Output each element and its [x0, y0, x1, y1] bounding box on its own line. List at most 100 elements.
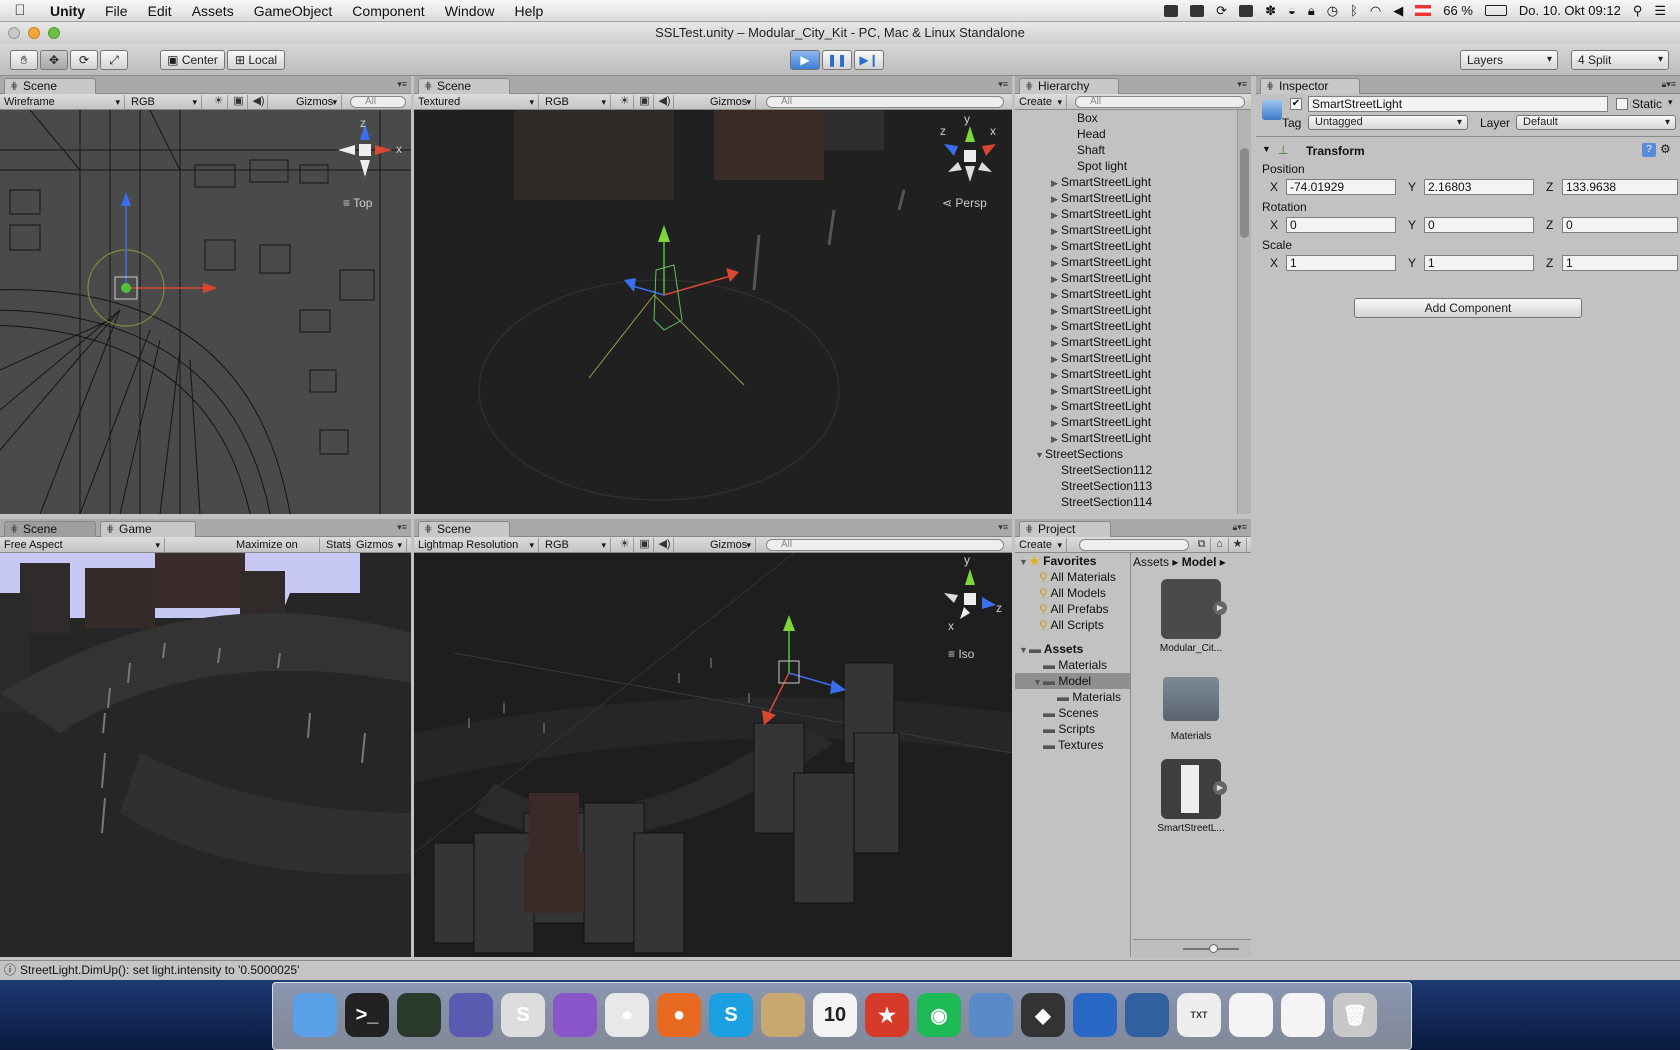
foldout-arrow[interactable]: ▶	[1051, 207, 1061, 223]
menu-component[interactable]: Component	[342, 3, 434, 19]
asset-folder-row[interactable]: ▬ Scenes	[1015, 705, 1130, 721]
hierarchy-create-dropdown[interactable]: Create	[1015, 95, 1067, 109]
scale-y-field[interactable]: 1	[1424, 255, 1534, 271]
virtualbox-icon[interactable]	[1125, 993, 1169, 1037]
tab-hierarchy[interactable]: Hierarchy	[1019, 78, 1119, 94]
bluetooth-icon[interactable]: ᛒ	[1350, 3, 1358, 18]
scale-x-field[interactable]: 1	[1286, 255, 1396, 271]
hierarchy-row[interactable]: ▼StreetSections	[1015, 446, 1237, 462]
panel-menu-icon[interactable]: 🔒︎▾≡	[1661, 79, 1676, 90]
draw-mode-dropdown[interactable]: Wireframe	[0, 95, 125, 109]
zoom-window-icon[interactable]	[48, 27, 60, 39]
tab-scene[interactable]: Scene	[4, 521, 96, 537]
gizmos-dropdown[interactable]: Gizmos	[292, 95, 342, 109]
remote-desktop-icon[interactable]	[1073, 993, 1117, 1037]
position-z-field[interactable]: 133.9638	[1562, 179, 1678, 195]
hierarchy-row[interactable]: ▶ SmartStreetLight	[1015, 414, 1237, 430]
scene-audio-icon[interactable]: ◀)	[656, 538, 674, 552]
hierarchy-row[interactable]: ▶ SmartStreetLight	[1015, 190, 1237, 206]
scene-audio-icon[interactable]: ◀)	[656, 95, 674, 109]
scene-fx-icon[interactable]: ▣	[636, 538, 654, 552]
foldout-arrow[interactable]: ▶	[1051, 351, 1061, 367]
perspective-viewport[interactable]: y x z ⋖ Persp	[414, 110, 1012, 514]
foldout-arrow[interactable]: ▶	[1051, 239, 1061, 255]
trash-icon[interactable]: 🗑︎	[1333, 993, 1377, 1037]
foldout-arrow[interactable]: ▼	[1035, 447, 1045, 463]
spotify-icon[interactable]: ◉	[917, 993, 961, 1037]
wunderlist-icon[interactable]: ★	[865, 993, 909, 1037]
hierarchy-row[interactable]: ▶ SmartStreetLight	[1015, 350, 1237, 366]
gizmos-dropdown[interactable]: Gizmos	[706, 538, 756, 552]
foldout-arrow[interactable]: ▶	[1051, 287, 1061, 303]
foldout-arrow[interactable]: ▶	[1051, 399, 1061, 415]
volume-icon[interactable]: ◀	[1393, 3, 1403, 19]
hierarchy-row[interactable]: ▶ SmartStreetLight	[1015, 286, 1237, 302]
object-name-field[interactable]: SmartStreetLight	[1308, 96, 1608, 112]
asset-folder-row[interactable]: ▬ Textures	[1015, 737, 1130, 753]
favorite-star-icon[interactable]: ★	[1229, 538, 1247, 552]
favorite-item[interactable]: ⚲ All Prefabs	[1015, 601, 1130, 617]
asset-item[interactable]: Materials	[1135, 669, 1247, 742]
scale-tool-button[interactable]: ⤢	[100, 50, 128, 70]
menubar-status-icon[interactable]	[1190, 4, 1205, 17]
panel-menu-icon[interactable]: ▾≡	[1237, 79, 1247, 90]
static-checkbox[interactable]	[1616, 98, 1628, 110]
asset-item[interactable]: ▶ Modular_Cit...	[1135, 579, 1247, 654]
wifi-icon[interactable]: ◠	[1370, 3, 1381, 19]
pivot-center-button[interactable]: ▣ Center	[160, 50, 225, 70]
skype-icon[interactable]: S	[709, 993, 753, 1037]
tab-game[interactable]: Game	[100, 521, 196, 537]
panel-menu-icon[interactable]: ▾≡	[998, 79, 1008, 90]
asset-folder-row[interactable]: ▬ Scripts	[1015, 721, 1130, 737]
activity-monitor-icon[interactable]	[397, 993, 441, 1037]
draw-mode-dropdown[interactable]: Lightmap Resolution	[414, 538, 539, 552]
finder-icon[interactable]	[293, 993, 337, 1037]
flag-icon[interactable]	[1415, 5, 1432, 16]
time-machine-icon[interactable]: ◷	[1327, 3, 1338, 19]
hierarchy-row[interactable]: StreetSection112	[1015, 462, 1237, 478]
layers-dropdown[interactable]: Layers	[1460, 50, 1558, 70]
sublime-text-icon[interactable]: S	[501, 993, 545, 1037]
hierarchy-row[interactable]: ▶ SmartStreetLight	[1015, 254, 1237, 270]
breadcrumb-root[interactable]: Assets	[1133, 555, 1169, 569]
pause-button[interactable]: ❚❚	[822, 50, 852, 70]
position-x-field[interactable]: -74.01929	[1286, 179, 1396, 195]
foldout-arrow[interactable]: ▶	[1051, 271, 1061, 287]
game-viewport[interactable]	[0, 553, 411, 957]
tab-scene[interactable]: Scene	[418, 78, 510, 94]
menu-gameobject[interactable]: GameObject	[244, 3, 343, 19]
hierarchy-row[interactable]: ▶ SmartStreetLight	[1015, 206, 1237, 222]
asset-folder-row[interactable]: ▼▬ Model	[1015, 673, 1130, 689]
add-component-button[interactable]: Add Component	[1354, 298, 1582, 318]
scene-lighting-icon[interactable]: ☀	[616, 95, 634, 109]
document-icon-2[interactable]	[1229, 993, 1273, 1037]
hierarchy-row[interactable]: ▶ SmartStreetLight	[1015, 270, 1237, 286]
scene-fx-icon[interactable]: ▣	[636, 95, 654, 109]
favorite-item[interactable]: ⚲ All Models	[1015, 585, 1130, 601]
wireframe-viewport[interactable]: z x ≡ Top	[0, 110, 411, 514]
menu-file[interactable]: File	[95, 3, 138, 19]
hierarchy-row[interactable]: ▶ SmartStreetLight	[1015, 174, 1237, 190]
active-checkbox[interactable]: ✔	[1290, 98, 1302, 110]
folder-icon[interactable]	[1239, 4, 1254, 17]
foldout-arrow[interactable]: ▼	[1033, 674, 1043, 690]
hierarchy-row[interactable]: Box	[1015, 110, 1237, 126]
help-icon[interactable]: ?	[1642, 143, 1656, 157]
hierarchy-row[interactable]: ▶ SmartStreetLight	[1015, 398, 1237, 414]
hierarchy-row[interactable]: StreetSection113	[1015, 478, 1237, 494]
expand-arrow-icon[interactable]: ▶	[1213, 601, 1227, 615]
project-search-input[interactable]	[1079, 539, 1189, 551]
hierarchy-scrollbar[interactable]	[1237, 110, 1251, 514]
search-by-label-icon[interactable]: ⌂	[1211, 538, 1229, 552]
render-mode-dropdown[interactable]: RGB	[127, 95, 202, 109]
axis-gizmo-iso[interactable]	[934, 563, 1006, 635]
mask-icon[interactable]: ◒	[1288, 3, 1296, 18]
step-button[interactable]: ▶❙	[854, 50, 884, 70]
menu-edit[interactable]: Edit	[138, 3, 182, 19]
scene-audio-icon[interactable]: ◀)	[250, 95, 268, 109]
favorite-item[interactable]: ⚲ All Materials	[1015, 569, 1130, 585]
panel-menu-icon[interactable]: ▾≡	[397, 79, 407, 90]
ocarina-icon[interactable]	[553, 993, 597, 1037]
foldout-arrow[interactable]: ▶	[1051, 223, 1061, 239]
tab-inspector[interactable]: Inspector	[1260, 78, 1360, 94]
